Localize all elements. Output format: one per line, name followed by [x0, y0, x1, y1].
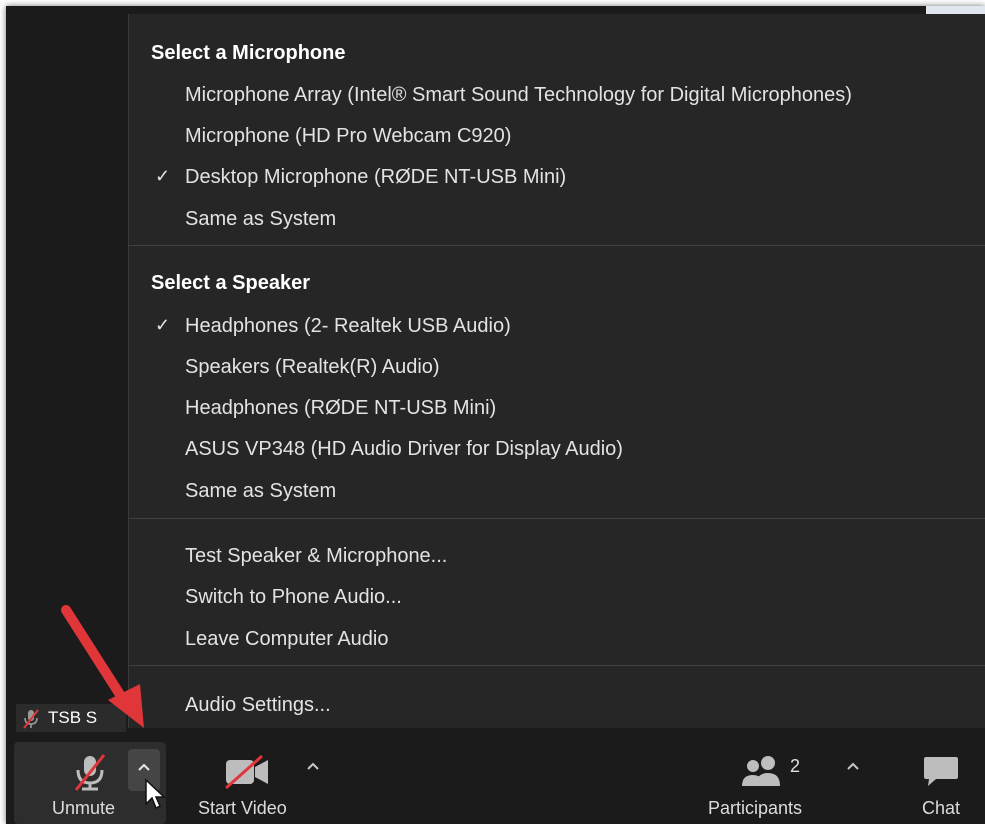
checkmark-icon: ✓ — [155, 166, 171, 186]
unmute-label: Unmute — [52, 798, 116, 818]
menu-divider — [129, 665, 985, 666]
speaker-item-asus[interactable]: ASUS VP348 (HD Audio Driver for Display … — [185, 438, 623, 461]
start-video-button[interactable]: Start Video — [192, 742, 302, 824]
participants-icon — [742, 756, 780, 786]
muted-mic-icon — [23, 709, 39, 729]
mic-item-label: Desktop Microphone (RØDE NT-USB Mini) — [185, 166, 567, 188]
mic-item-webcam[interactable]: Microphone (HD Pro Webcam C920) — [185, 125, 511, 148]
chat-button[interactable]: Chat — [906, 742, 985, 824]
action-label: Switch to Phone Audio... — [185, 586, 402, 608]
mic-item-same-as-system[interactable]: Same as System — [185, 208, 336, 231]
menu-divider — [129, 245, 985, 246]
speaker-item-headphones-realtek[interactable]: ✓ Headphones (2- Realtek USB Audio) — [155, 315, 511, 338]
menu-divider — [129, 518, 985, 519]
mic-item-desktop[interactable]: ✓ Desktop Microphone (RØDE NT-USB Mini) — [155, 166, 567, 189]
chat-label: Chat — [922, 798, 961, 818]
speaker-heading: Select a Speaker — [151, 272, 310, 294]
mic-item-label: Same as System — [185, 208, 337, 230]
audio-options-menu: Select a Microphone Microphone Array (In… — [128, 14, 985, 734]
participant-count: 2 — [790, 756, 801, 776]
chevron-up-icon — [138, 763, 150, 771]
red-arrow-annotation-icon — [61, 605, 144, 728]
participants-options-chevron-icon[interactable] — [846, 761, 860, 771]
video-off-icon — [225, 754, 268, 790]
video-options-chevron-icon[interactable] — [306, 761, 320, 771]
speaker-item-label: ASUS VP348 (HD Audio Driver for Display … — [185, 438, 623, 460]
mic-item-label: Microphone Array (Intel® Smart Sound Tec… — [185, 84, 852, 106]
muted-microphone-icon — [74, 754, 106, 791]
start-video-label: Start Video — [198, 798, 287, 818]
action-label: Audio Settings... — [185, 694, 331, 716]
chat-icon — [924, 757, 958, 786]
microphone-heading: Select a Microphone — [151, 42, 346, 64]
speaker-item-label: Headphones (RØDE NT-USB Mini) — [185, 397, 497, 419]
participants-label: Participants — [708, 798, 803, 818]
speaker-item-label: Speakers (Realtek(R) Audio) — [185, 356, 440, 378]
checkmark-icon: ✓ — [155, 315, 171, 335]
action-label: Test Speaker & Microphone... — [185, 545, 448, 567]
participants-button[interactable]: 2 Participants — [704, 742, 824, 824]
speaker-item-label: Same as System — [185, 480, 337, 502]
speaker-item-same-as-system[interactable]: Same as System — [185, 480, 336, 503]
mic-item-label: Microphone (HD Pro Webcam C920) — [185, 125, 512, 147]
mouse-cursor-icon — [145, 778, 166, 810]
action-label: Leave Computer Audio — [185, 628, 389, 650]
mic-item-array[interactable]: Microphone Array (Intel® Smart Sound Tec… — [185, 84, 852, 107]
audio-settings-item[interactable]: Audio Settings... — [185, 694, 331, 717]
speaker-item-speakers-realtek[interactable]: Speakers (Realtek(R) Audio) — [185, 356, 440, 379]
switch-phone-audio-item[interactable]: Switch to Phone Audio... — [185, 586, 402, 609]
leave-computer-audio-item[interactable]: Leave Computer Audio — [185, 628, 388, 651]
speaker-item-headphones-rode[interactable]: Headphones (RØDE NT-USB Mini) — [185, 397, 496, 420]
speaker-item-label: Headphones (2- Realtek USB Audio) — [185, 315, 511, 337]
zoom-meeting-window: Select a Microphone Microphone Array (In… — [6, 6, 985, 824]
test-speaker-mic-item[interactable]: Test Speaker & Microphone... — [185, 545, 447, 568]
